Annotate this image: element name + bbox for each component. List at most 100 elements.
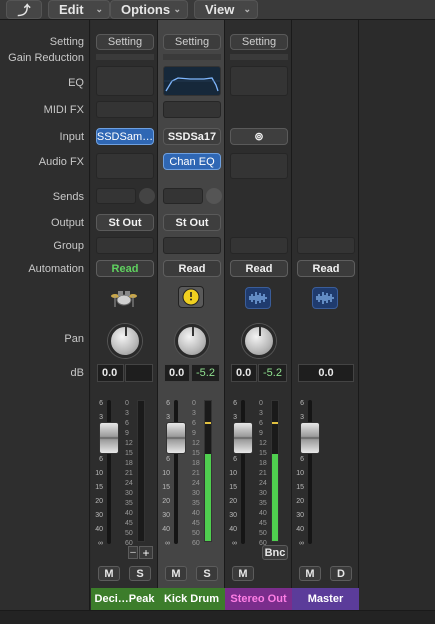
volume-readout[interactable]: 0.0 bbox=[97, 364, 124, 382]
automation-mode-button[interactable]: Read bbox=[163, 260, 221, 277]
meter-scale-label: 40 bbox=[259, 510, 267, 517]
edit-menu[interactable]: Edit ⌄ bbox=[48, 0, 110, 19]
meter-scale-label: 35 bbox=[192, 500, 200, 507]
automation-mode-button[interactable]: Read bbox=[96, 260, 154, 277]
meter-scale-label: 18 bbox=[192, 460, 200, 467]
group-slot[interactable] bbox=[96, 237, 154, 254]
solo-button[interactable]: S bbox=[129, 566, 151, 581]
track-name[interactable]: Kick Drum bbox=[158, 588, 225, 610]
fader-scale-label: 20 bbox=[162, 498, 170, 505]
mute-button[interactable]: M bbox=[165, 566, 187, 581]
setting-button[interactable]: Setting bbox=[96, 34, 154, 50]
audio-fx-slot[interactable] bbox=[96, 153, 154, 179]
meter-level-fill bbox=[272, 454, 278, 541]
volume-readout[interactable]: 0.0 bbox=[164, 364, 190, 382]
output-label: Output bbox=[50, 217, 84, 229]
meter-scale-label: 45 bbox=[259, 520, 267, 527]
send-slot[interactable] bbox=[163, 188, 203, 204]
track-icon-button[interactable] bbox=[312, 287, 338, 309]
eq-thumbnail[interactable] bbox=[163, 66, 221, 96]
bounce-button[interactable]: Bnc bbox=[262, 545, 288, 560]
fader-scale-label: 6 bbox=[166, 400, 170, 407]
fader-scale-label: 10 bbox=[229, 470, 237, 477]
volume-fader[interactable] bbox=[233, 422, 253, 454]
stereo-link-button[interactable]: ⊚ bbox=[230, 128, 288, 145]
output-slot[interactable]: St Out bbox=[96, 214, 154, 231]
group-slot[interactable] bbox=[163, 237, 221, 254]
meter-scale-label: 40 bbox=[192, 510, 200, 517]
mute-button[interactable]: M bbox=[232, 566, 254, 581]
meter-scale-label: 15 bbox=[125, 450, 133, 457]
meter-scale-label: 9 bbox=[125, 430, 129, 437]
meter-scale-label: 60 bbox=[192, 540, 200, 547]
setting-button[interactable]: Setting bbox=[163, 34, 221, 50]
audio-fx-slot[interactable]: Chan EQ bbox=[163, 153, 221, 170]
send-knob[interactable] bbox=[206, 188, 222, 204]
peak-readout[interactable]: -5.2 bbox=[258, 364, 287, 382]
dim-button[interactable]: D bbox=[330, 566, 352, 581]
peak-readout[interactable]: -5.2 bbox=[191, 364, 220, 382]
meter-scale-label: 3 bbox=[259, 410, 263, 417]
mute-button[interactable]: M bbox=[299, 566, 321, 581]
fader-scale-label: 15 bbox=[296, 484, 304, 491]
track-icon-button[interactable] bbox=[178, 286, 204, 308]
volume-readout[interactable]: 0.0 bbox=[298, 364, 354, 382]
meter-scale-label: 9 bbox=[192, 430, 196, 437]
audio-fx-slot[interactable] bbox=[230, 153, 288, 179]
minus-button[interactable]: – bbox=[128, 546, 138, 559]
meter-scale-label: 24 bbox=[125, 480, 133, 487]
eq-label: EQ bbox=[68, 77, 84, 89]
meter-scale-label: 30 bbox=[192, 490, 200, 497]
meter-scale-label: 21 bbox=[125, 470, 133, 477]
meter-scale-label: 15 bbox=[192, 450, 200, 457]
setting-button[interactable]: Setting bbox=[230, 34, 288, 50]
volume-fader[interactable] bbox=[99, 422, 119, 454]
drum-kit-icon[interactable] bbox=[110, 284, 138, 308]
meter-scale-label: 6 bbox=[192, 420, 196, 427]
minus-icon: – bbox=[130, 547, 136, 558]
track-name[interactable]: Master bbox=[292, 588, 359, 610]
view-menu[interactable]: View ⌄ bbox=[194, 0, 258, 19]
fader-scale-label: 15 bbox=[95, 484, 103, 491]
automation-mode-button[interactable]: Read bbox=[230, 260, 288, 277]
track-name[interactable]: Stereo Out bbox=[225, 588, 292, 610]
mute-button[interactable]: M bbox=[98, 566, 120, 581]
meter-scale-label: 40 bbox=[125, 510, 133, 517]
fader-scale-label: 6 bbox=[99, 400, 103, 407]
volume-fader[interactable] bbox=[300, 422, 320, 454]
clock-icon bbox=[182, 288, 200, 306]
output-slot[interactable]: St Out bbox=[163, 214, 221, 231]
meter-scale-label: 3 bbox=[192, 410, 196, 417]
fader-scale-label: 20 bbox=[296, 498, 304, 505]
input-slot[interactable]: SSDSa17 bbox=[163, 128, 221, 145]
meter-scale-label: 0 bbox=[259, 400, 263, 407]
peak-readout[interactable] bbox=[125, 364, 153, 382]
track-icon-button[interactable] bbox=[245, 287, 271, 309]
empty-mixer-area bbox=[359, 20, 435, 610]
back-button[interactable]: ⤴ bbox=[6, 0, 42, 19]
chevron-down-icon: ⌄ bbox=[95, 4, 103, 14]
eq-slot[interactable] bbox=[230, 66, 288, 96]
midi-fx-slot[interactable] bbox=[163, 101, 221, 118]
meter-scale-label: 45 bbox=[192, 520, 200, 527]
solo-button[interactable]: S bbox=[196, 566, 218, 581]
view-menu-label: View bbox=[205, 2, 235, 17]
input-slot[interactable]: SSDSam… bbox=[96, 128, 154, 145]
midi-fx-label: MIDI FX bbox=[43, 104, 84, 116]
fader-scale-label: 20 bbox=[229, 498, 237, 505]
send-knob[interactable] bbox=[139, 188, 155, 204]
midi-fx-slot[interactable] bbox=[96, 101, 154, 118]
automation-label: Automation bbox=[28, 263, 84, 275]
volume-readout[interactable]: 0.0 bbox=[231, 364, 257, 382]
automation-mode-button[interactable]: Read bbox=[297, 260, 355, 277]
options-menu[interactable]: Options ⌄ bbox=[110, 0, 188, 19]
chevron-down-icon: ⌄ bbox=[243, 4, 251, 14]
track-name[interactable]: Deci…Peak bbox=[91, 588, 158, 610]
group-slot[interactable] bbox=[297, 237, 355, 254]
fader-scale-label: 3 bbox=[166, 414, 170, 421]
group-slot[interactable] bbox=[230, 237, 288, 254]
volume-fader[interactable] bbox=[166, 422, 186, 454]
send-slot[interactable] bbox=[96, 188, 136, 204]
add-button[interactable]: + bbox=[139, 546, 153, 560]
eq-slot[interactable] bbox=[96, 66, 154, 96]
